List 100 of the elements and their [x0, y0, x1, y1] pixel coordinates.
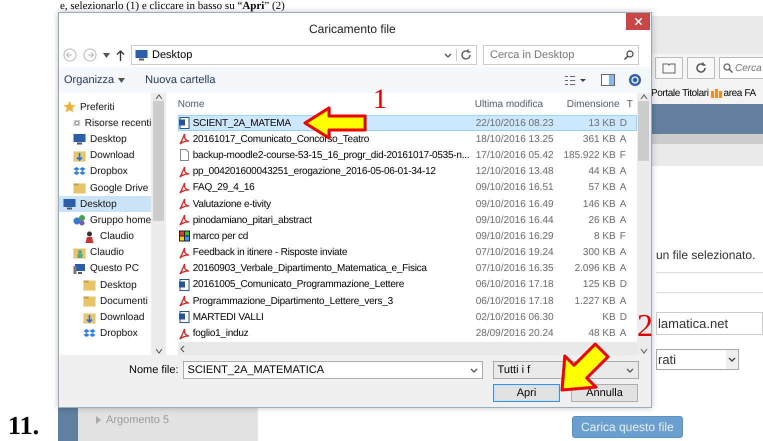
pdf-icon [178, 198, 190, 210]
file-row[interactable]: marco per cd 09/10/2016 16.29 8 KB F [178, 228, 637, 244]
file-name: MARTEDI VALLI [192, 312, 264, 323]
preview-pane-icon[interactable] [601, 74, 615, 86]
file-name: 20160903_Verbale_Dipartimento_Matematica_e_Fisica [192, 263, 427, 274]
sidebar-item[interactable]: Desktop [59, 131, 152, 148]
bookmark-link[interactable]: area FA [724, 88, 756, 98]
type-cell-text: A [618, 263, 628, 274]
sidebar-item[interactable]: Dropbox [59, 326, 152, 342]
chevron-down-icon [444, 52, 452, 58]
file-name: 20161017_Comunicato_Concorso_Teatro [192, 134, 370, 145]
organize-menu[interactable]: Organizza [64, 74, 126, 86]
file-name: pinodamiano_pitari_abstract [192, 214, 312, 226]
file-name: marco per cd [192, 230, 248, 242]
date-cell-text: 18/10/2016 13.25 [476, 134, 555, 145]
browser-search-field[interactable]: Cerca [719, 57, 763, 79]
column-header[interactable]: Dimensione [566, 98, 620, 110]
file-row[interactable]: pinodamiano_pitari_abstract 09/10/2016 16.44 26 KB A [178, 212, 637, 228]
size-cell-text: 57 KB [587, 182, 616, 194]
date-cell-text: 17/10/2016 05.42 [476, 150, 555, 161]
file-row[interactable]: foglio1_induz 28/09/2016 20.24 48 KB A [178, 325, 637, 342]
sidebar-item[interactable]: Claudio [59, 244, 152, 261]
file-row[interactable]: Valutazione e-tivity 09/10/2016 16.49 146 KB A [178, 196, 637, 212]
bookmark-icon [710, 88, 722, 98]
chevron-down-icon [470, 368, 478, 372]
computer-icon [73, 262, 86, 275]
file-row[interactable]: 20160903_Verbale_Dipartimento_Matematica_e_Fisica 07/10/2016 16.35 2.096 KB A [178, 260, 637, 277]
instruction-text: e, selezionarlo (1) e cliccare in basso su “Apri” (2) [60, 0, 285, 12]
size-cell-text: 361 KB [582, 134, 616, 145]
column-header[interactable]: Nome [178, 98, 204, 110]
file-name: foglio1_induz [192, 328, 248, 340]
close-button[interactable] [626, 13, 650, 30]
type-cell-text: A [618, 328, 628, 340]
scrollbar[interactable] [636, 93, 652, 355]
sidebar-item[interactable]: Download [59, 148, 152, 164]
chevron-down-icon [626, 368, 634, 372]
size-cell-text: 185.922 KB [562, 150, 616, 161]
file-row[interactable]: Feedback in itinere - Risposte inviate 07/10/2016 19.24 300 KB A [178, 244, 637, 261]
file-name: Programmazione_Dipartimento_Lettere_vers_3 [192, 296, 393, 307]
sidebar-item[interactable]: Download [59, 309, 152, 326]
file-row[interactable]: MARTEDI VALLI 02/10/2016 06.30 KB D [178, 309, 637, 326]
file-row[interactable]: backup-moodle2-course-53-15_16_progr_did-20161017-0535-n... 17/10/2016 05.42 185.922 KB F [178, 147, 637, 164]
bookmark-link[interactable]: Portale Titolari [651, 88, 709, 98]
select-field[interactable]: rati [656, 349, 739, 370]
horizontal-scrollbar[interactable] [178, 342, 637, 355]
scroll-thumb[interactable] [638, 101, 650, 161]
sidebar-item[interactable]: Desktop [59, 277, 152, 294]
sidebar-item[interactable]: Desktop [59, 196, 152, 212]
scroll-thumb[interactable] [153, 101, 164, 221]
file-row[interactable]: pp_004201600043251_erogazione_2016-05-06-01-34-12 12/10/2016 13.48 44 KB A [178, 164, 637, 180]
reader-button[interactable] [655, 57, 683, 79]
document-icon [178, 117, 190, 130]
file-name: FAQ_29_4_16 [192, 182, 254, 194]
network-icon [73, 214, 86, 226]
scroll-down-icon [640, 347, 648, 355]
sidebar-item[interactable]: Questo PC [59, 260, 152, 278]
reload-button[interactable] [687, 57, 715, 79]
type-cell-text: A [618, 198, 628, 210]
search-icon [624, 50, 634, 60]
address-bar[interactable]: Desktop [131, 45, 477, 65]
column-header[interactable]: T [626, 98, 633, 110]
status-text: un file selezionato. [656, 248, 756, 262]
file-row[interactable]: 20161017_Comunicato_Concorso_Teatro 18/10/2016 13.25 361 KB A [178, 131, 637, 148]
size-cell-text: 8 KB [593, 230, 616, 242]
side-panel [58, 408, 78, 441]
folder-icon [83, 279, 96, 292]
sidebar-item[interactable]: Documenti [59, 293, 152, 310]
column-header[interactable]: Ultima modifica [474, 98, 544, 110]
up-arrow-icon[interactable] [116, 50, 125, 60]
type-cell-text: A [618, 214, 628, 226]
pdf-icon [178, 262, 190, 275]
file-row[interactable]: 20161005_Comunicato_Programmazione_Lettere 06/10/2016 17.18 125 KB D [178, 276, 637, 294]
date-cell-text: 09/10/2016 16.29 [476, 230, 555, 242]
file-name-field[interactable]: SCIENT_2A_MATEMATICA [182, 361, 483, 379]
file-row[interactable]: Programmazione_Dipartimento_Lettere_vers_3 06/10/2016 17.18 1.227 KB A [178, 293, 637, 310]
sidebar-item[interactable]: Preferiti [59, 99, 152, 116]
sidebar-item[interactable]: Google Drive [59, 180, 152, 196]
sidebar-item[interactable]: Risorse recenti [59, 115, 152, 132]
type-cell-text: D [618, 279, 628, 290]
download-folder-icon [83, 312, 96, 324]
open-button[interactable]: Apri [493, 384, 560, 402]
search-field[interactable]: Cerca in Desktop [483, 45, 639, 65]
file-row[interactable]: FAQ_29_4_16 09/10/2016 16.51 57 KB A [178, 180, 637, 196]
user-folder-icon [73, 246, 86, 259]
file-name: backup-moodle2-course-53-15_16_progr_did-20161017-0535-n... [192, 150, 470, 161]
pdf-icon [178, 246, 190, 259]
scrollbar[interactable] [151, 93, 166, 355]
scroll-up-icon [640, 93, 648, 101]
new-folder-button[interactable]: Nuova cartella [145, 74, 216, 86]
document-icon [178, 311, 190, 324]
file-name: Valutazione e-tivity [192, 198, 271, 210]
size-cell-text: KB [601, 312, 616, 323]
text-field[interactable]: lamatica.net [656, 312, 763, 335]
help-icon[interactable] [629, 74, 641, 86]
date-cell-text: 07/10/2016 16.35 [476, 263, 555, 274]
sidebar-item[interactable]: Claudio [59, 228, 152, 245]
sidebar-item[interactable]: Gruppo home [59, 212, 152, 228]
view-list-icon[interactable] [565, 74, 587, 86]
sidebar-item[interactable]: Dropbox [59, 164, 152, 180]
close-icon [634, 18, 642, 25]
